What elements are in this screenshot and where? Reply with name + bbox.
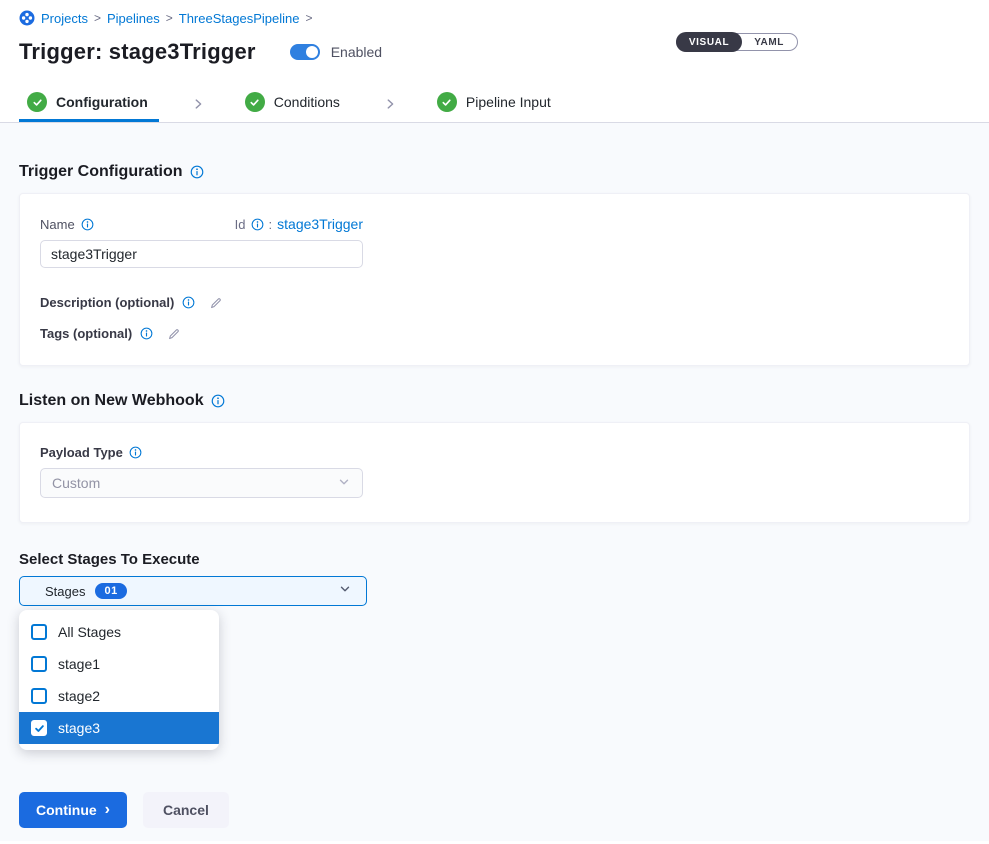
cancel-button[interactable]: Cancel — [143, 792, 229, 828]
page-header: Projects > Pipelines > ThreeStagesPipeli… — [0, 0, 989, 123]
green-check-circle-icon — [245, 92, 265, 112]
green-check-circle-icon — [27, 92, 47, 112]
heading-text: Listen on New Webhook — [19, 392, 204, 410]
checkbox-unchecked[interactable] — [31, 656, 47, 672]
stages-multiselect[interactable]: Stages 01 — [19, 576, 367, 606]
stages-dropdown-menu: All Stages stage1 stage2 stage3 — [19, 610, 219, 750]
visual-tab-button[interactable]: VISUAL — [676, 32, 742, 52]
info-icon[interactable] — [129, 446, 142, 459]
chevron-down-icon — [337, 475, 351, 492]
stages-select-label: Stages — [45, 584, 85, 599]
webhook-card: Payload Type Custom — [19, 422, 970, 523]
chevron-right-icon — [191, 85, 205, 122]
info-icon[interactable] — [81, 218, 94, 231]
description-row: Description (optional) — [40, 295, 949, 310]
select-stages-heading: Select Stages To Execute — [19, 551, 970, 568]
chevron-right-icon — [383, 85, 397, 122]
stage-option-stage1[interactable]: stage1 — [19, 648, 219, 680]
payload-type-label-text: Payload Type — [40, 445, 123, 460]
tab-conditions[interactable]: Conditions — [237, 85, 351, 122]
stage-option-label: stage1 — [58, 656, 100, 672]
continue-label: Continue — [36, 802, 97, 818]
green-check-circle-icon — [437, 92, 457, 112]
stage-option-stage3[interactable]: stage3 — [19, 712, 219, 744]
stage-option-all-stages[interactable]: All Stages — [19, 616, 219, 648]
stage-option-label: All Stages — [58, 624, 121, 640]
tab-label: Pipeline Input — [466, 94, 551, 110]
stage-option-label: stage3 — [58, 720, 100, 736]
tab-configuration[interactable]: Configuration — [19, 85, 159, 122]
trigger-configuration-card: Name Id : stage3Trigger Description (opt… — [19, 193, 970, 366]
tags-label: Tags (optional) — [40, 326, 132, 341]
breadcrumb-link-pipelines[interactable]: Pipelines — [107, 11, 160, 26]
main-content: Trigger Configuration Name Id : stage3Tr… — [0, 123, 989, 841]
projects-grid-icon — [19, 10, 35, 26]
trigger-configuration-heading: Trigger Configuration — [19, 123, 970, 181]
breadcrumb-link-pipeline-name[interactable]: ThreeStagesPipeline — [179, 11, 300, 26]
webhook-heading: Listen on New Webhook — [19, 392, 970, 410]
id-label: Id — [235, 217, 246, 232]
selected-count-badge: 01 — [95, 583, 126, 599]
breadcrumb-separator: > — [166, 11, 173, 25]
info-icon[interactable] — [182, 296, 195, 309]
info-icon[interactable] — [251, 218, 264, 231]
info-icon[interactable] — [190, 165, 204, 179]
payload-type-value: Custom — [52, 475, 100, 491]
trigger-name-input[interactable] — [40, 240, 363, 268]
wizard-tabbar: Configuration Conditions Pipeline Input — [0, 85, 989, 123]
tab-label: Conditions — [274, 94, 340, 110]
name-label: Name — [40, 217, 94, 232]
id-separator: : — [269, 217, 273, 232]
footer-buttons: Continue › Cancel — [19, 792, 970, 828]
id-display: Id : stage3Trigger — [235, 216, 363, 232]
tab-label: Configuration — [56, 94, 148, 110]
breadcrumb-separator: > — [305, 11, 312, 25]
stage-option-label: stage2 — [58, 688, 100, 704]
chevron-right-icon: › — [105, 802, 110, 818]
heading-text: Trigger Configuration — [19, 163, 183, 181]
toggle-knob — [306, 46, 318, 58]
breadcrumb-separator: > — [94, 11, 101, 25]
checkbox-checked[interactable] — [31, 720, 47, 736]
stage-option-stage2[interactable]: stage2 — [19, 680, 219, 712]
payload-type-label: Payload Type — [40, 445, 949, 460]
name-label-text: Name — [40, 217, 75, 232]
breadcrumb: Projects > Pipelines > ThreeStagesPipeli… — [0, 0, 989, 26]
tab-pipeline-input[interactable]: Pipeline Input — [429, 85, 562, 122]
checkbox-unchecked[interactable] — [31, 624, 47, 640]
page-title: Trigger: stage3Trigger — [19, 39, 256, 65]
tags-row: Tags (optional) — [40, 326, 949, 341]
visual-yaml-toggle: VISUAL YAML — [676, 33, 798, 51]
enabled-toggle-label: Enabled — [331, 44, 382, 60]
info-icon[interactable] — [211, 394, 225, 408]
enabled-toggle[interactable] — [290, 44, 320, 60]
name-id-row: Name Id : stage3Trigger — [40, 216, 363, 232]
info-icon[interactable] — [140, 327, 153, 340]
pencil-icon[interactable] — [167, 327, 181, 341]
payload-type-select[interactable]: Custom — [40, 468, 363, 498]
title-row: Trigger: stage3Trigger Enabled — [0, 26, 989, 65]
breadcrumb-link-projects[interactable]: Projects — [41, 11, 88, 26]
checkbox-unchecked[interactable] — [31, 688, 47, 704]
continue-button[interactable]: Continue › — [19, 792, 127, 828]
yaml-tab-button[interactable]: YAML — [741, 33, 797, 51]
id-value: stage3Trigger — [277, 216, 363, 232]
description-label: Description (optional) — [40, 295, 174, 310]
pencil-icon[interactable] — [209, 296, 223, 310]
chevron-down-icon — [338, 582, 352, 601]
